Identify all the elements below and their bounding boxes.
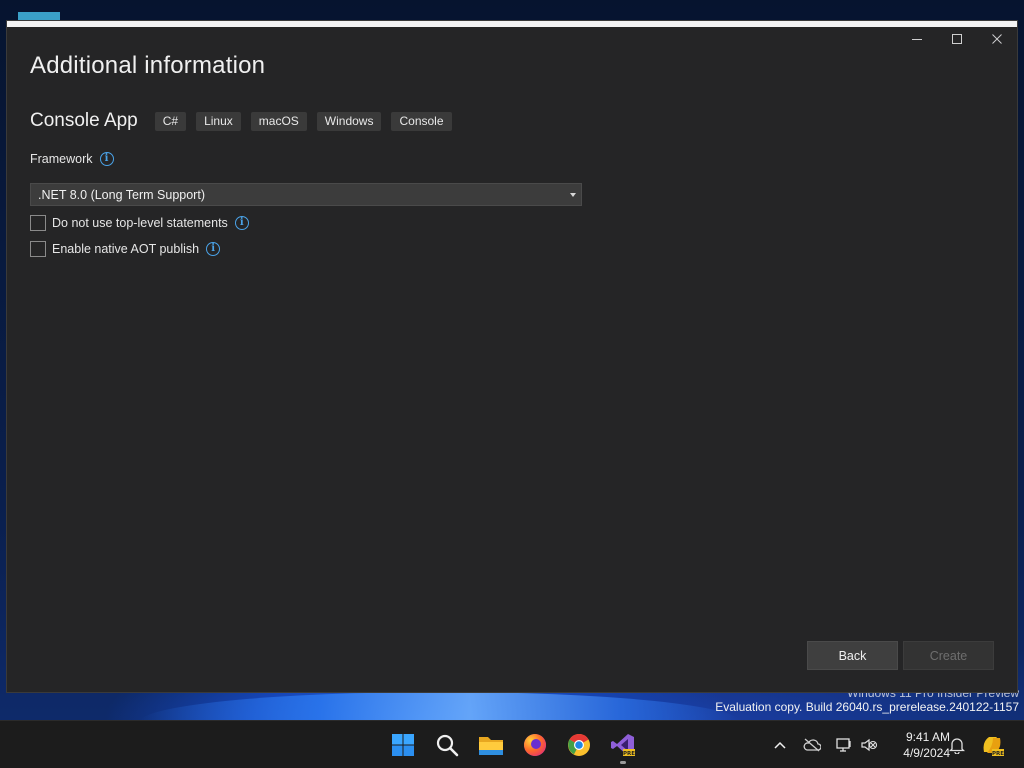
framework-label: Framework	[30, 152, 93, 166]
onedrive-icon	[803, 738, 821, 752]
volume-status[interactable]	[858, 721, 880, 768]
notifications-button[interactable]	[946, 721, 968, 768]
notification-icon	[949, 738, 965, 754]
search-icon	[436, 734, 459, 757]
maximize-button[interactable]	[937, 27, 977, 51]
top-level-statements-option: Do not use top-level statements i	[30, 215, 249, 231]
template-name: Console App	[30, 110, 138, 131]
minimize-button[interactable]	[897, 27, 937, 51]
close-icon	[992, 34, 1002, 44]
svg-text:PRE: PRE	[992, 751, 1004, 757]
visual-studio-preview-button[interactable]: PRE	[607, 729, 639, 764]
top-level-statements-info-icon[interactable]: i	[234, 216, 249, 230]
template-header: Console App C# Linux macOS Windows Conso…	[30, 110, 462, 132]
top-level-statements-label[interactable]: Do not use top-level statements	[52, 216, 228, 230]
clock-time: 9:41 AM	[905, 730, 950, 744]
native-aot-label[interactable]: Enable native AOT publish	[52, 242, 199, 256]
firefox-button[interactable]	[519, 729, 551, 761]
taskbar: PRE 9:41 AM 4/9/2024 PRE	[0, 720, 1024, 768]
file-explorer-button[interactable]	[475, 729, 507, 761]
native-aot-option: Enable native AOT publish i	[30, 241, 221, 257]
chrome-button[interactable]	[563, 729, 595, 761]
additional-information-dialog: Additional information Console App C# Li…	[7, 21, 1017, 692]
create-button[interactable]: Create	[903, 641, 994, 670]
native-aot-info-icon[interactable]: i	[206, 242, 221, 256]
native-aot-checkbox[interactable]	[30, 241, 46, 257]
back-button[interactable]: Back	[807, 641, 898, 670]
tag-platform-macos: macOS	[250, 111, 307, 131]
tag-language: C#	[154, 111, 187, 131]
framework-selected-value: .NET 8.0 (Long Term Support)	[38, 187, 205, 202]
file-explorer-icon	[479, 737, 503, 755]
dropdown-caret-icon	[570, 193, 576, 197]
copilot-icon: PRE	[983, 737, 1004, 757]
maximize-icon	[952, 34, 962, 44]
chevron-up-icon	[774, 741, 786, 749]
watermark-line-2: Evaluation copy. Build 26040.rs_prerelea…	[715, 700, 1019, 714]
tag-platform-linux: Linux	[196, 111, 241, 131]
framework-dropdown[interactable]: .NET 8.0 (Long Term Support)	[30, 183, 582, 206]
search-button[interactable]	[431, 729, 463, 761]
top-level-statements-checkbox[interactable]	[30, 215, 46, 231]
show-hidden-icons-button[interactable]	[770, 721, 790, 768]
start-button[interactable]	[387, 729, 419, 761]
visual-studio-preview-icon: PRE	[611, 734, 635, 757]
start-icon	[392, 734, 414, 756]
copilot-button[interactable]: PRE	[978, 721, 1006, 768]
firefox-icon	[524, 734, 546, 756]
svg-text:PRE: PRE	[623, 751, 635, 757]
window-controls	[897, 27, 1017, 51]
onedrive-status[interactable]	[801, 721, 823, 768]
tag-project-type: Console	[391, 111, 452, 131]
volume-muted-icon	[861, 738, 878, 752]
page-title: Additional information	[30, 52, 266, 79]
tag-platform-windows: Windows	[316, 111, 382, 131]
clock-date: 4/9/2024	[903, 746, 950, 760]
chrome-icon	[568, 734, 590, 756]
close-button[interactable]	[977, 27, 1017, 51]
framework-label-row: Framework i	[30, 152, 114, 166]
clock[interactable]: 9:41 AM 4/9/2024	[884, 729, 950, 761]
network-status[interactable]	[833, 721, 855, 768]
minimize-icon	[912, 39, 922, 40]
framework-info-icon[interactable]: i	[99, 152, 114, 166]
network-icon	[836, 738, 851, 752]
